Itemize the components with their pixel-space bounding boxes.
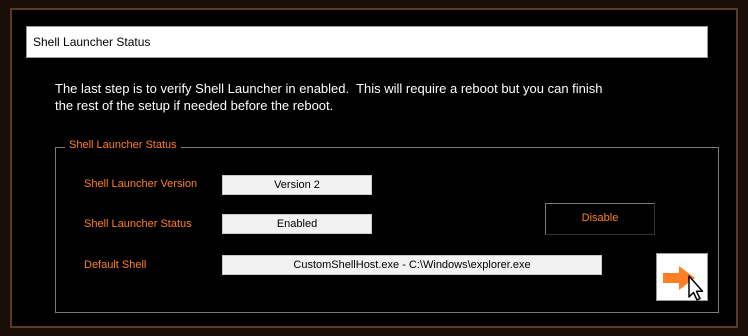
- version-label: Shell Launcher Version: [84, 178, 198, 190]
- status-field: Enabled: [222, 214, 372, 234]
- default-shell-field: CustomShellHost.exe - C:\Windows\explore…: [222, 255, 602, 275]
- group-title: Shell Launcher Status: [65, 139, 181, 151]
- intro-text: The last step is to verify Shell Launche…: [55, 80, 725, 114]
- intro-line-1: The last step is to verify Shell Launche…: [55, 81, 603, 96]
- version-field: Version 2: [222, 175, 372, 195]
- disable-button[interactable]: Disable: [545, 203, 655, 235]
- status-label: Shell Launcher Status: [84, 218, 192, 230]
- intro-line-2: the rest of the setup if needed before t…: [55, 98, 334, 113]
- window-title: Shell Launcher Status: [33, 35, 151, 49]
- default-shell-label: Default Shell: [84, 259, 147, 271]
- arrow-right-icon: [663, 266, 704, 301]
- window-title-bar: Shell Launcher Status: [26, 26, 708, 58]
- next-button[interactable]: [656, 253, 708, 301]
- mouse-cursor-icon: [688, 275, 704, 301]
